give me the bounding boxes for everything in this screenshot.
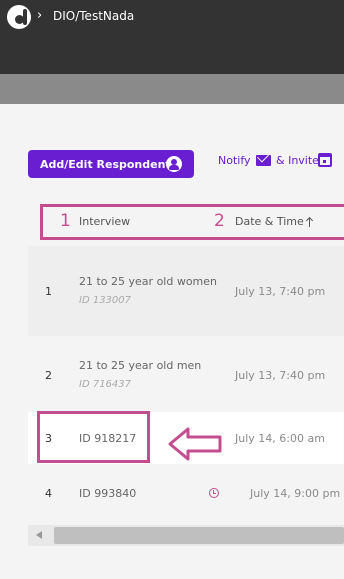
scrollbar-thumb[interactable] (54, 527, 344, 544)
chevron-right-icon: › (37, 8, 43, 23)
table-row[interactable]: 1 21 to 25 year old women ID 133007 July… (28, 246, 344, 336)
user-circle-icon (166, 156, 182, 172)
row-interview-id: ID 133007 (79, 295, 132, 306)
scroll-left-arrow-icon[interactable] (36, 531, 42, 539)
annotation-highlight-box (37, 411, 150, 463)
add-edit-respondents-button[interactable]: Add/Edit Respondents (28, 150, 194, 178)
sub-navigation-bar (0, 74, 344, 104)
column-header-date-time[interactable]: Date & Time (235, 215, 304, 229)
row-interview-title[interactable]: 21 to 25 year old men (79, 359, 201, 373)
table-row[interactable]: 2 21 to 25 year old men ID 716437 July 1… (28, 336, 344, 412)
row-interview-title[interactable]: ID 993840 (79, 487, 136, 501)
table-row[interactable]: 4 ID 993840 July 14, 9:00 pm (28, 464, 344, 522)
sort-ascending-icon[interactable] (305, 215, 315, 229)
column-header-interview[interactable]: Interview (79, 215, 130, 229)
row-date-time: July 14, 6:00 am (235, 432, 325, 445)
top-navigation-bar: › DIO/TestNada (0, 0, 344, 74)
breadcrumb-project[interactable]: DIO/TestNada (53, 8, 134, 24)
row-date-time: July 13, 7:40 pm (235, 285, 326, 298)
left-arrow-outline-icon (168, 427, 222, 461)
horizontal-scrollbar[interactable] (28, 525, 344, 546)
row-index: 2 (45, 369, 52, 382)
row-index: 4 (45, 487, 52, 500)
mail-icon[interactable] (256, 155, 271, 166)
row-date-time: July 14, 9:00 pm (250, 487, 341, 500)
add-edit-respondents-label: Add/Edit Respondents (40, 157, 178, 171)
row-index: 1 (45, 285, 52, 298)
row-interview-id: ID 716437 (79, 379, 132, 390)
notify-link[interactable]: Notify (218, 154, 251, 168)
app-logo-icon[interactable] (7, 5, 31, 29)
annotation-number-2: 2 (214, 211, 225, 231)
calendar-icon[interactable] (318, 153, 332, 167)
row-interview-title[interactable]: 21 to 25 year old women (79, 275, 217, 289)
invite-link[interactable]: & Invite (276, 154, 319, 168)
row-date-time: July 13, 7:40 pm (235, 369, 326, 382)
annotation-number-1: 1 (60, 211, 71, 231)
table-header-row: 1 Interview 2 Date & Time (40, 204, 344, 240)
clock-icon (209, 488, 219, 498)
